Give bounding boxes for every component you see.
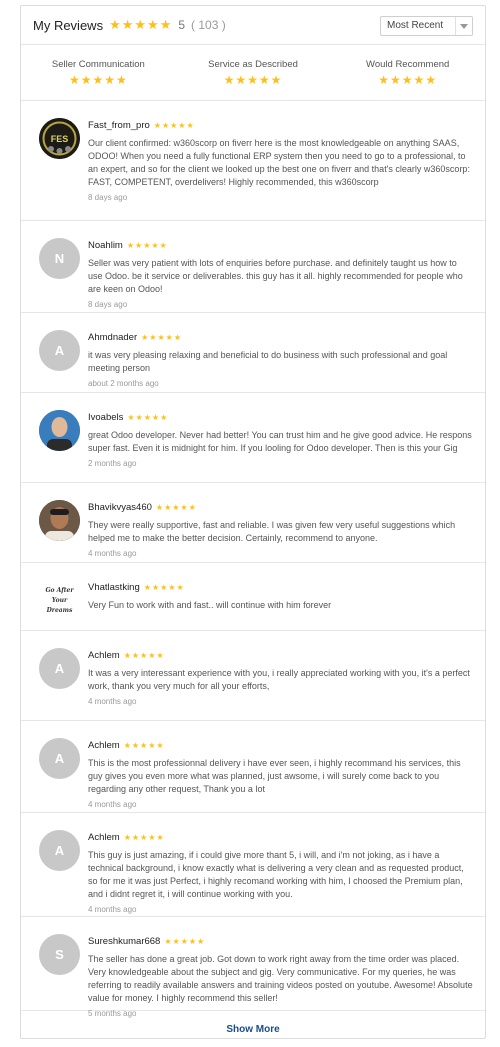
avatar[interactable] — [39, 500, 80, 541]
review-time: 2 months ago — [88, 459, 137, 468]
avatar[interactable]: A — [39, 648, 80, 689]
review-item: FES Fast_from_pro ★★★★★ Our client confir… — [21, 101, 485, 221]
sort-selected-label: Most Recent — [387, 20, 444, 31]
rating-breakdown: Seller Communication ★★★★★ Service as De… — [21, 45, 485, 101]
reviews-panel: My Reviews ★★★★★ 5 ( 103 ) Most Recent S… — [20, 5, 486, 1039]
review-time: 8 days ago — [88, 300, 128, 309]
fes-logo-icon: FES — [39, 118, 80, 159]
sort-select[interactable]: Most Recent — [380, 16, 473, 36]
review-item: Bhavikvyas460 ★★★★★ They were really supp… — [21, 483, 485, 563]
avatar[interactable]: A — [39, 830, 80, 871]
review-time: 4 months ago — [88, 549, 137, 558]
review-text: This is the most professionnal delivery … — [88, 758, 461, 794]
review-item: A Achlem ★★★★★ It was a very interessant … — [21, 631, 485, 721]
review-text: The seller has done a great job. Got dow… — [88, 954, 473, 1003]
breakdown-stars: ★★★★★ — [223, 73, 283, 87]
review-text: Very Fun to work with and fast.. will co… — [88, 600, 332, 610]
review-username[interactable]: Fast_from_pro — [88, 120, 150, 131]
review-item: A Ahmdnader ★★★★★ it was very pleasing re… — [21, 313, 485, 393]
svg-text:Go After: Go After — [45, 587, 74, 594]
breakdown-service-as-described: Service as Described ★★★★★ — [176, 45, 331, 100]
reviews-header: My Reviews ★★★★★ 5 ( 103 ) Most Recent — [21, 6, 485, 45]
review-time: 5 months ago — [88, 1009, 137, 1018]
breakdown-stars: ★★★★★ — [378, 73, 438, 87]
review-stars: ★★★★★ — [123, 833, 165, 842]
review-item: A Achlem ★★★★★ This is the most professio… — [21, 721, 485, 813]
avatar[interactable]: Go After Your Dreams — [39, 580, 80, 621]
review-stars: ★★★★★ — [153, 121, 195, 130]
review-item: A Achlem ★★★★★ This guy is just amazing, … — [21, 813, 485, 917]
review-stars: ★★★★★ — [143, 583, 185, 592]
review-time: 4 months ago — [88, 800, 137, 809]
breakdown-label: Seller Communication — [51, 59, 145, 70]
avatar[interactable]: A — [39, 738, 80, 779]
avatar[interactable] — [39, 410, 80, 451]
review-username[interactable]: Achlem — [88, 832, 120, 843]
review-time: 8 days ago — [88, 193, 128, 202]
avatar[interactable]: S — [39, 934, 80, 975]
review-username[interactable]: Sureshkumar668 — [88, 936, 160, 947]
review-count: ( 103 ) — [191, 18, 226, 32]
dream-quote-logo-icon: Go After Your Dreams — [39, 580, 80, 621]
review-time: 4 months ago — [88, 905, 137, 914]
review-stars: ★★★★★ — [164, 937, 206, 946]
review-text: great Odoo developer. Never had better! … — [88, 430, 472, 453]
breakdown-label: Service as Described — [208, 59, 298, 70]
review-text: Seller was very patient with lots of enq… — [88, 258, 463, 294]
review-stars: ★★★★★ — [123, 741, 165, 750]
review-stars: ★★★★★ — [141, 333, 182, 342]
review-time: about 2 months ago — [88, 379, 159, 388]
review-item: Go After Your Dreams Vhatlastking ★★★★★ V… — [21, 563, 485, 631]
review-username[interactable]: Ahmdnader — [88, 332, 137, 343]
review-username[interactable]: Achlem — [88, 650, 120, 661]
show-more-link[interactable]: Show More — [226, 1024, 279, 1035]
breakdown-would-recommend: Would Recommend ★★★★★ — [330, 45, 485, 100]
review-username[interactable]: Bhavikvyas460 — [88, 502, 152, 513]
review-text: it was very pleasing relaxing and benefi… — [88, 350, 448, 373]
overall-rating-stars: ★★★★★ — [109, 17, 173, 32]
review-stars: ★★★★★ — [123, 651, 165, 660]
review-text: Our client confirmed: w360scorp on fiver… — [88, 138, 470, 187]
review-username[interactable]: Ivoabels — [88, 412, 123, 423]
avatar[interactable]: FES — [39, 118, 80, 159]
review-stars: ★★★★★ — [126, 241, 168, 250]
review-stars: ★★★★★ — [127, 413, 169, 422]
review-item: N Noahlim ★★★★★ Seller was very patient w… — [21, 221, 485, 313]
review-item: S Sureshkumar668 ★★★★★ The seller has don… — [21, 917, 485, 1018]
review-stars: ★★★★★ — [155, 503, 197, 512]
svg-text:Your: Your — [52, 597, 68, 604]
avatar[interactable]: A — [39, 330, 80, 371]
user-photo-icon — [39, 410, 80, 451]
breakdown-label: Would Recommend — [366, 59, 450, 70]
svg-text:FES: FES — [51, 134, 69, 144]
review-text: It was a very interessant experience wit… — [88, 668, 470, 691]
breakdown-stars: ★★★★★ — [68, 73, 128, 87]
reviews-title: My Reviews — [33, 17, 104, 33]
review-item: Ivoabels ★★★★★ great Odoo developer. Neve… — [21, 393, 485, 483]
review-username[interactable]: Vhatlastking — [88, 582, 140, 593]
review-text: They were really supportive, fast and re… — [88, 520, 456, 543]
review-username[interactable]: Achlem — [88, 740, 120, 751]
review-username[interactable]: Noahlim — [88, 240, 123, 251]
chevron-down-icon[interactable] — [455, 17, 472, 35]
breakdown-seller-communication: Seller Communication ★★★★★ — [21, 45, 176, 100]
avatar[interactable]: N — [39, 238, 80, 279]
review-text: This guy is just amazing, if i could giv… — [88, 850, 464, 899]
svg-text:Dreams: Dreams — [46, 607, 73, 614]
overall-rating-score: 5 — [178, 18, 186, 32]
review-time: 4 months ago — [88, 697, 137, 706]
user-photo-icon — [39, 500, 80, 541]
